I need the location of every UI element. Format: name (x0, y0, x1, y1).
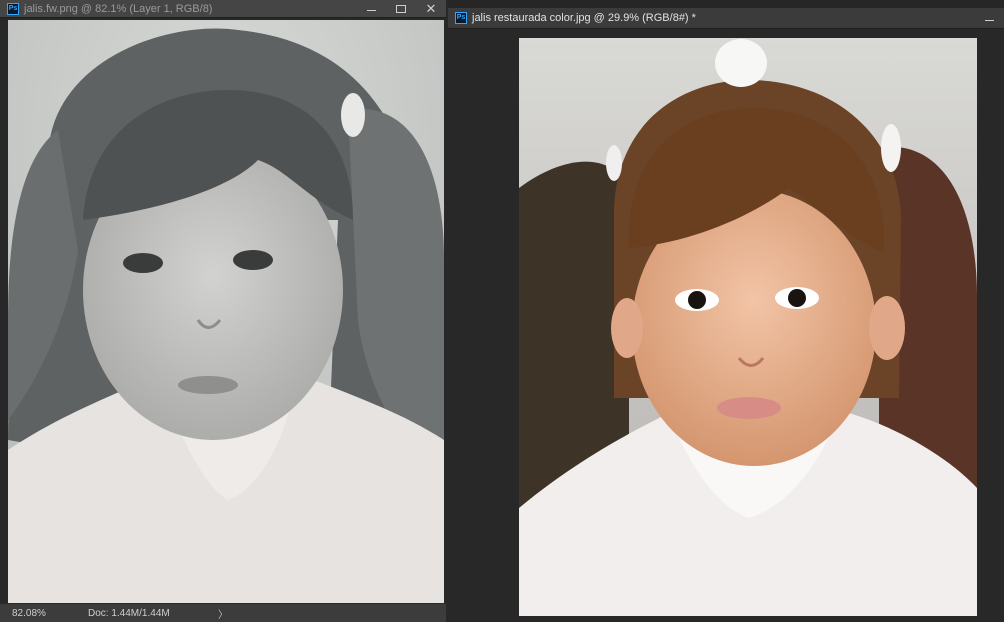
document-tab-original[interactable]: Ps jalis.fw.png @ 82.1% (Layer 1, RGB/8)… (0, 0, 446, 18)
restore-icon (396, 4, 406, 13)
photo-original-grayscale (8, 20, 444, 604)
minimize-button[interactable] (356, 0, 386, 17)
photo-restored-color (519, 38, 977, 616)
document-size-info: Doc: 1.44M/1.44M (88, 607, 170, 619)
restore-button[interactable] (386, 0, 416, 17)
minimize-icon (366, 10, 376, 11)
photoshop-icon: Ps (455, 12, 467, 24)
document-canvas[interactable] (448, 29, 1004, 622)
document-title: jalis restaurada color.jpg @ 29.9% (RGB/… (472, 12, 696, 24)
close-icon: ✕ (425, 1, 437, 16)
document-window-original[interactable]: Ps jalis.fw.png @ 82.1% (Layer 1, RGB/8)… (0, 0, 446, 622)
document-canvas[interactable] (0, 18, 446, 604)
window-controls: ✕ (356, 0, 446, 17)
close-button[interactable]: ✕ (416, 0, 446, 17)
photoshop-icon: Ps (7, 2, 19, 15)
document-title: jalis.fw.png @ 82.1% (Layer 1, RGB/8) (24, 2, 213, 15)
document-tab-restored[interactable]: Ps jalis restaurada color.jpg @ 29.9% (R… (448, 8, 1004, 29)
grayscale-portrait-image (8, 20, 444, 604)
zoom-level-field[interactable]: 82.08% (0, 608, 76, 619)
document-window-restored[interactable]: Ps jalis restaurada color.jpg @ 29.9% (R… (448, 0, 1004, 622)
minimize-button[interactable] (974, 8, 1004, 28)
minimize-icon (984, 19, 994, 21)
status-menu-arrow-icon[interactable]: 〉 (218, 606, 228, 621)
status-bar: 82.08% Doc: 1.44M/1.44M 〉 (0, 603, 446, 622)
window-controls (974, 8, 1004, 28)
color-portrait-image (519, 38, 977, 616)
